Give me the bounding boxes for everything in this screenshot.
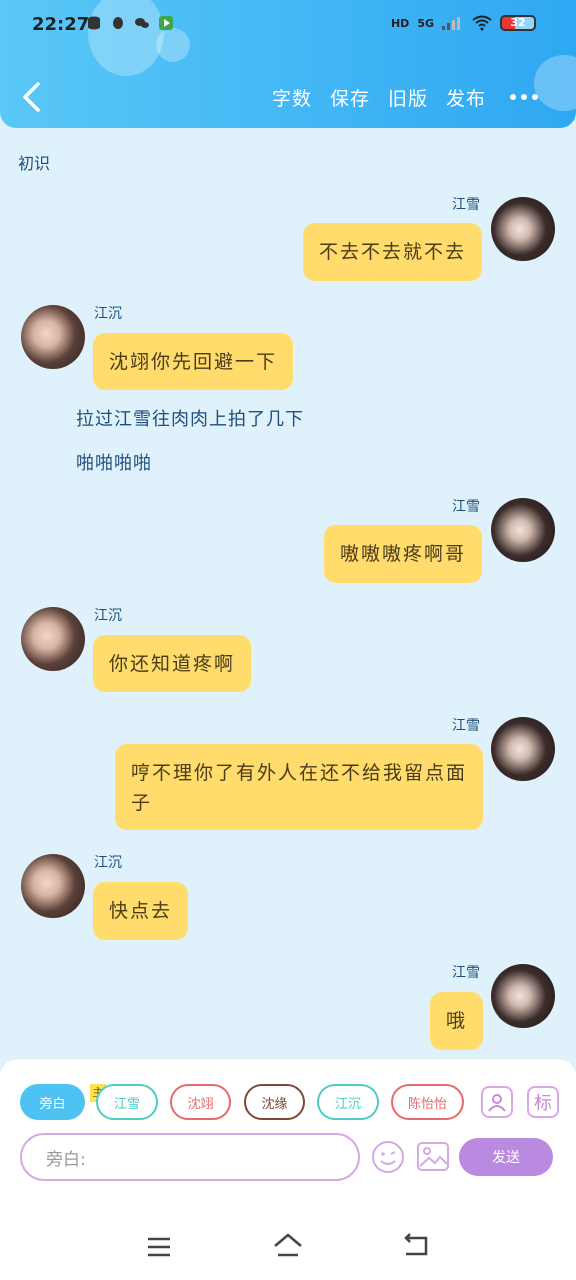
role-chip-shenyi[interactable]: 沈翊 (170, 1084, 231, 1120)
wifi-icon (472, 15, 492, 31)
speaker-name: 江沉 (94, 608, 122, 624)
avatar[interactable] (491, 717, 555, 781)
avatar[interactable] (21, 854, 85, 918)
old-version-button[interactable]: 旧版 (388, 84, 428, 111)
message-bubble[interactable]: 你还知道疼啊 (93, 635, 252, 692)
battery-icon: 32 (500, 15, 536, 31)
video-app-icon (159, 16, 173, 30)
speaker-name: 江雪 (452, 965, 480, 981)
save-button[interactable]: 保存 (330, 84, 370, 111)
narration-text[interactable]: 拉过江雪往肉肉上拍了几下 (76, 405, 304, 431)
message-bubble[interactable]: 不去不去就不去 (302, 223, 482, 281)
speaker-name: 江雪 (452, 197, 480, 213)
speaker-name: 江雪 (452, 718, 480, 734)
battery-level: 32 (510, 16, 526, 29)
publish-button[interactable]: 发布 (446, 84, 486, 111)
back-icon[interactable] (402, 1232, 430, 1258)
signal-bars-icon (442, 17, 460, 30)
speaker-name: 江沉 (94, 855, 122, 871)
header-actions: 字数 保存 旧版 发布 (272, 84, 486, 111)
qq-icon (113, 17, 123, 29)
message-input[interactable]: 旁白: (20, 1133, 360, 1181)
status-system-icons: HD 5G 32 (391, 15, 536, 31)
add-role-icon[interactable] (481, 1086, 513, 1118)
speaker-name: 江沉 (94, 306, 122, 322)
menu-icon[interactable] (146, 1236, 172, 1258)
avatar[interactable] (491, 197, 555, 261)
message-bubble[interactable]: 哼不理你了有外人在还不给我留点面子 (115, 744, 483, 830)
status-time: 22:27 (32, 14, 90, 35)
signal-5g: 5G (417, 16, 434, 30)
app-header: 22:27 HD 5G 32 字数 保存 旧版 发布 (0, 0, 576, 128)
avatar[interactable] (491, 964, 555, 1028)
role-chip-narrator[interactable]: 旁白 (20, 1084, 85, 1120)
word-count-button[interactable]: 字数 (272, 84, 312, 111)
avatar[interactable] (491, 498, 555, 562)
more-options-icon[interactable] (510, 94, 538, 100)
role-chip-chenyiyi[interactable]: 陈怡怡 (391, 1084, 464, 1120)
image-icon[interactable] (416, 1140, 450, 1174)
message-bubble[interactable]: 快点去 (93, 882, 189, 940)
message-bubble[interactable]: 沈翊你先回避一下 (93, 333, 294, 390)
role-chip-jiangxue[interactable]: 江雪 (96, 1084, 158, 1120)
status-notification-icons (86, 15, 174, 31)
send-button[interactable]: 发送 (459, 1138, 553, 1176)
database-icon (88, 16, 100, 30)
back-arrow-icon[interactable] (20, 80, 44, 114)
wechat-icon (135, 18, 149, 28)
message-bubble[interactable]: 哦 (430, 992, 483, 1050)
emoji-icon[interactable] (371, 1140, 405, 1174)
system-navigation-bar (0, 1214, 576, 1280)
avatar[interactable] (21, 607, 85, 671)
tag-button[interactable]: 标 (527, 1086, 559, 1118)
role-chip-shenyuan[interactable]: 沈缘 (244, 1084, 305, 1120)
role-chip-jiangchen[interactable]: 江沉 (317, 1084, 379, 1120)
narration-text[interactable]: 啪啪啪啪 (76, 449, 152, 475)
decor-bubble (534, 55, 576, 111)
chapter-title: 初识 (18, 154, 51, 173)
home-icon[interactable] (272, 1232, 304, 1258)
message-bubble[interactable]: 嗷嗷嗷疼啊哥 (323, 525, 482, 583)
status-bar: 22:27 HD 5G 32 (0, 0, 576, 52)
speaker-name: 江雪 (452, 499, 480, 515)
hd-indicator: HD (390, 16, 410, 30)
avatar[interactable] (21, 305, 85, 369)
